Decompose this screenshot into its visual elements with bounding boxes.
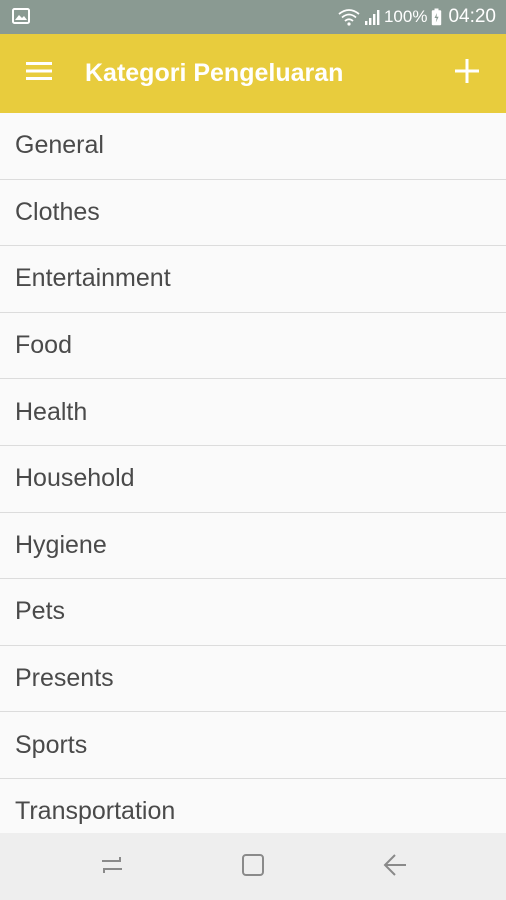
category-item-sports[interactable]: Sports bbox=[0, 712, 506, 779]
category-item-clothes[interactable]: Clothes bbox=[0, 179, 506, 247]
recent-apps-icon bbox=[98, 853, 126, 882]
category-item-household[interactable]: Household bbox=[0, 445, 506, 513]
category-item-entertainment[interactable]: Entertainment bbox=[0, 246, 506, 313]
back-icon bbox=[381, 852, 409, 883]
recent-apps-button[interactable] bbox=[96, 851, 128, 883]
category-item-food[interactable]: Food bbox=[0, 312, 506, 380]
category-item-hygiene[interactable]: Hygiene bbox=[0, 512, 506, 580]
app-bar: Kategori Pengeluaran bbox=[0, 34, 506, 113]
menu-button[interactable] bbox=[18, 52, 60, 94]
signal-icon bbox=[364, 8, 380, 26]
category-item-pets[interactable]: Pets bbox=[0, 579, 506, 646]
category-item-presents[interactable]: Presents bbox=[0, 645, 506, 713]
wifi-icon bbox=[338, 8, 360, 26]
status-bar: 100% 04:20 bbox=[0, 0, 506, 34]
category-item-transportation[interactable]: Transportation bbox=[0, 778, 506, 833]
page-title: Kategori Pengeluaran bbox=[85, 59, 344, 87]
back-button[interactable] bbox=[379, 851, 411, 883]
category-list: General Clothes Entertainment Food Healt… bbox=[0, 113, 506, 833]
add-category-button[interactable] bbox=[446, 52, 488, 94]
plus-icon bbox=[454, 58, 480, 89]
hamburger-menu-icon bbox=[25, 60, 53, 87]
system-nav-bar bbox=[0, 833, 506, 900]
screen: 100% 04:20 Kategori Pengeluaran General … bbox=[0, 0, 506, 900]
gallery-notification-icon bbox=[12, 8, 30, 24]
status-indicators: 100% 04:20 bbox=[338, 0, 496, 34]
battery-percent: 100% bbox=[383, 7, 428, 26]
home-icon bbox=[240, 852, 266, 883]
status-time: 04:20 bbox=[448, 6, 496, 27]
home-button[interactable] bbox=[237, 851, 269, 883]
category-item-health[interactable]: Health bbox=[0, 379, 506, 446]
battery-icon bbox=[431, 8, 442, 26]
category-item-general[interactable]: General bbox=[0, 113, 506, 180]
